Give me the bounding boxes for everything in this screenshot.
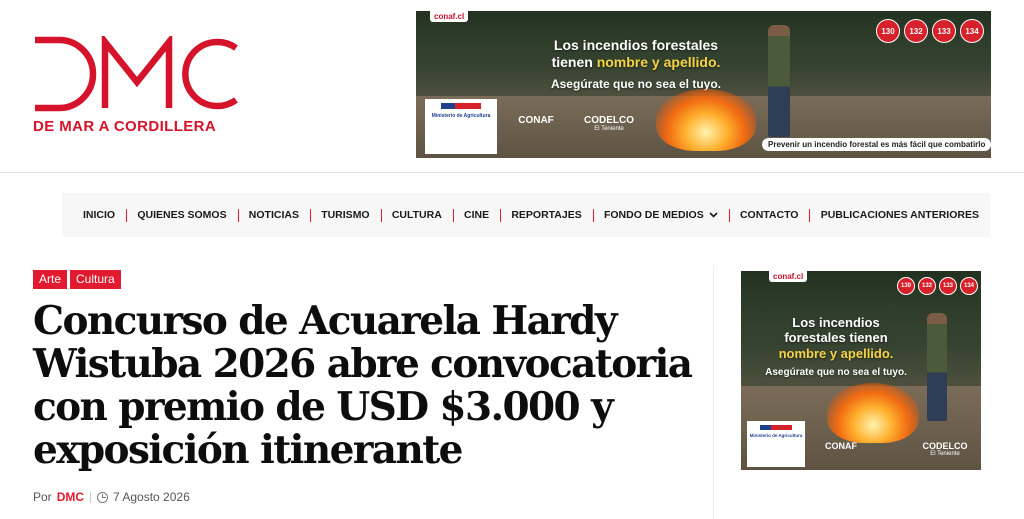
- ad-emergency-badges: 130 132 133 134: [897, 277, 978, 295]
- header-divider: [0, 172, 1024, 173]
- ad-headline: Los incendios forestales tienen nombre y…: [761, 315, 911, 361]
- ad-ministry-label: Ministerio de Agricultura: [431, 113, 491, 119]
- article-tags: Arte Cultura: [33, 270, 121, 289]
- ad-badge: 133: [939, 277, 957, 295]
- ad-headline-line-1: Los incendios: [792, 315, 880, 330]
- ad-brand-tag: conaf.cl: [430, 11, 469, 22]
- ad-headline-line-3: nombre y apellido.: [778, 345, 894, 361]
- nav-item-fondo-de-medios[interactable]: FONDO DE MEDIOS: [593, 209, 729, 221]
- ad-emergency-badges: 130 132 133 134: [876, 19, 984, 43]
- byline-prefix: Por: [33, 490, 52, 504]
- tag-cultura[interactable]: Cultura: [70, 270, 121, 289]
- article-date: 7 Agosto 2026: [113, 490, 190, 504]
- nav-item-quienes-somos[interactable]: QUIENES SOMOS: [126, 209, 237, 221]
- ad-headline-line-1: Los incendios forestales: [553, 37, 719, 53]
- ad-badge: 134: [960, 277, 978, 295]
- ad-badge: 130: [897, 277, 915, 295]
- ad-badge: 130: [876, 19, 900, 43]
- ad-headline-line-2: tienen nombre y apellido.: [551, 53, 721, 70]
- ad-person-figure: [768, 25, 790, 137]
- ad-codelco-logo: CODELCO El Teniente: [922, 441, 968, 457]
- ad-badge: 132: [904, 19, 928, 43]
- ad-conaf-logo: CONAF: [825, 441, 857, 451]
- site-tagline: DE MAR A CORDILLERA: [33, 118, 217, 135]
- article-title: Concurso de Acuarela Hardy Wistuba 2026 …: [33, 298, 693, 473]
- chevron-down-icon: [709, 212, 718, 218]
- nav-item-contacto[interactable]: CONTACTO: [729, 209, 810, 221]
- ad-brand-tag: conaf.cl: [769, 271, 808, 282]
- ad-conaf-logo: CONAF: [518, 115, 554, 126]
- nav-item-turismo[interactable]: TURISMO: [310, 209, 380, 221]
- nav-item-inicio[interactable]: INICIO: [72, 209, 126, 221]
- nav-item-publicaciones-anteriores[interactable]: PUBLICACIONES ANTERIORES: [810, 209, 990, 221]
- ad-subline: Asegúrate que no sea el tuyo.: [765, 367, 907, 378]
- nav-item-reportajes[interactable]: REPORTAJES: [500, 209, 592, 221]
- nav-item-cine[interactable]: CINE: [453, 209, 500, 221]
- ad-fire-image: [656, 89, 756, 151]
- ad-badge: 134: [960, 19, 984, 43]
- sidebar-ad-banner[interactable]: conaf.cl 130 132 133 134 Los incendios f…: [741, 271, 981, 470]
- ad-badge: 133: [932, 19, 956, 43]
- site-logo[interactable]: DE MAR A CORDILLERA: [33, 36, 239, 136]
- byline-divider: [90, 491, 92, 503]
- ad-fire-image: [827, 383, 919, 443]
- article-byline: Por DMC 7 Agosto 2026: [33, 490, 190, 504]
- main-nav: INICIO QUIENES SOMOS NOTICIAS TURISMO CU…: [62, 193, 990, 237]
- site-header: DE MAR A CORDILLERA conaf.cl Los incendi…: [0, 0, 1024, 172]
- tag-arte[interactable]: Arte: [33, 270, 68, 289]
- ad-badge: 132: [918, 277, 936, 295]
- ad-headline-line-2: forestales tienen: [784, 330, 888, 346]
- clock-icon: [97, 491, 109, 503]
- dmc-logo-mark: [35, 36, 238, 112]
- ad-ministry-label: Ministerio de Agricultura: [749, 433, 803, 438]
- nav-item-noticias[interactable]: NOTICIAS: [238, 209, 310, 221]
- author-link[interactable]: DMC: [57, 490, 84, 504]
- column-divider: [713, 265, 714, 519]
- ad-codelco-logo: CODELCO El Teniente: [584, 115, 634, 132]
- ad-government-logo: Ministerio de Agricultura: [747, 421, 805, 467]
- ad-headline: Los incendios forestales tienen nombre y…: [531, 37, 741, 70]
- top-ad-banner[interactable]: conaf.cl Los incendios forestales tienen…: [416, 11, 991, 158]
- ad-person-figure: [927, 313, 947, 421]
- nav-item-cultura[interactable]: CULTURA: [381, 209, 453, 221]
- nav-item-label: FONDO DE MEDIOS: [603, 209, 704, 221]
- ad-tagline-box: Prevenir un incendio forestal es más fác…: [762, 138, 991, 151]
- ad-government-logo: Ministerio de Agricultura: [425, 99, 497, 154]
